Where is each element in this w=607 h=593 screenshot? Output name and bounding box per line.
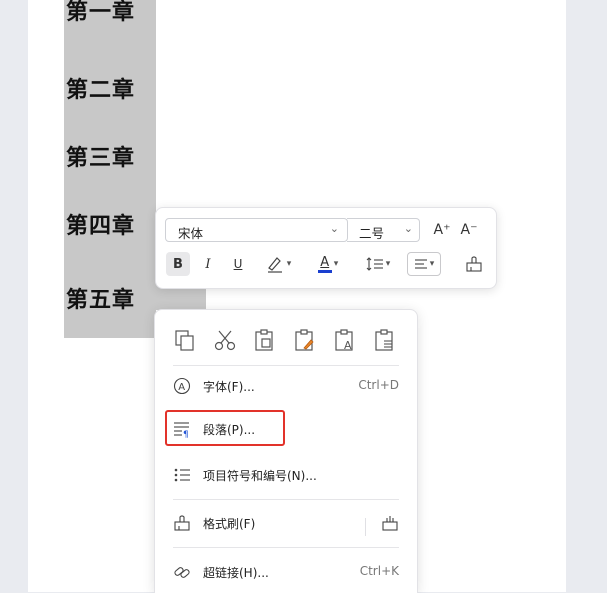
heading-chapter-3[interactable]: 第三章 [66, 140, 135, 172]
clipboard-row: A [155, 320, 417, 356]
chevron-down-icon: ▾ [286, 259, 292, 269]
bold-button[interactable]: B [166, 252, 190, 276]
menu-vertical-separator [365, 518, 366, 536]
font-circle-icon: A [173, 377, 191, 395]
font-size-select[interactable]: 二号 ⌄ [347, 218, 420, 242]
highlight-color-button[interactable]: ▾ [260, 252, 296, 276]
heading-chapter-5[interactable]: 第五章 [66, 282, 135, 314]
mini-format-toolbar: 宋体 ⌄ 二号 ⌄ A⁺ A⁻ B I U ▾ A ▾ ▾ ▾ [155, 207, 497, 289]
copy-button[interactable] [173, 328, 197, 352]
paste-text-only-button[interactable]: A [333, 328, 357, 352]
menu-item-label: 超链接(H)... [203, 566, 269, 580]
menu-divider [173, 547, 399, 548]
svg-text:A: A [178, 382, 185, 393]
paste-list-icon [375, 329, 393, 351]
chevron-down-icon: ▾ [333, 259, 339, 269]
heading-chapter-4[interactable]: 第四章 [66, 208, 135, 240]
format-painter-icon [466, 256, 482, 272]
highlighter-icon [267, 257, 282, 273]
align-left-icon [414, 259, 427, 269]
chevron-down-icon: ▾ [385, 259, 391, 269]
heading-chapter-2[interactable]: 第二章 [66, 72, 135, 104]
menu-item-label: 字体(F)... [203, 380, 255, 394]
paste-text-icon: A [335, 329, 353, 352]
paste-keep-format-button[interactable] [253, 328, 277, 352]
menu-item-label: 项目符号和编号(N)... [203, 469, 317, 483]
shrink-font-button[interactable]: A⁻ [458, 218, 480, 242]
font-color-letter: A [320, 254, 330, 270]
underline-button[interactable]: U [228, 252, 248, 276]
list-bullets-icon [174, 468, 190, 482]
chevron-down-icon: ▾ [429, 259, 435, 269]
highlight-box [165, 410, 285, 446]
menu-item-hyperlink[interactable]: 超链接(H)... Ctrl+K [155, 558, 417, 586]
paste-brush-icon [295, 329, 314, 351]
grow-font-button[interactable]: A⁺ [431, 218, 453, 242]
chevron-down-icon: ⌄ [403, 222, 413, 235]
scissors-icon [214, 330, 236, 351]
line-spacing-button[interactable]: ▾ [360, 252, 396, 276]
grow-font-icon: A⁺ [433, 222, 451, 238]
font-name-select[interactable]: 宋体 ⌄ [165, 218, 348, 242]
format-painter-lock-icon[interactable] [381, 514, 399, 532]
menu-item-font[interactable]: A 字体(F)... Ctrl+D [155, 372, 417, 400]
font-color-button[interactable]: A ▾ [310, 252, 346, 276]
line-spacing-icon [366, 257, 383, 271]
menu-divider [173, 365, 399, 366]
shrink-font-icon: A⁻ [460, 222, 478, 238]
chevron-down-icon: ⌄ [329, 222, 339, 235]
menu-item-shortcut: Ctrl+K [359, 564, 399, 578]
font-size-value: 二号 [359, 226, 385, 241]
format-painter-button[interactable] [462, 252, 486, 276]
menu-item-shortcut: Ctrl+D [358, 378, 399, 392]
font-name-value: 宋体 [178, 226, 204, 241]
paste-merge-format-button[interactable] [293, 328, 317, 352]
font-color-swatch [317, 269, 332, 273]
menu-divider [173, 499, 399, 500]
align-button[interactable]: ▾ [407, 252, 441, 276]
paste-icon [255, 329, 273, 351]
cut-button[interactable] [213, 328, 237, 352]
heading-chapter-1[interactable]: 第一章 [66, 0, 135, 26]
paste-special-button[interactable] [373, 328, 397, 352]
context-menu: A A 字体(F)... Ctrl+D ¶ 段落(P)... 项目符号和编号(N… [154, 309, 418, 593]
link-icon [174, 567, 190, 578]
menu-item-format-painter[interactable]: 格式刷(F) [155, 509, 417, 537]
italic-button[interactable]: I [198, 252, 218, 276]
svg-text:A: A [344, 339, 352, 352]
format-painter-icon [174, 515, 190, 531]
copy-icon [175, 330, 194, 351]
menu-item-bullets-numbering[interactable]: 项目符号和编号(N)... [155, 461, 417, 489]
menu-item-label: 格式刷(F) [203, 517, 256, 531]
